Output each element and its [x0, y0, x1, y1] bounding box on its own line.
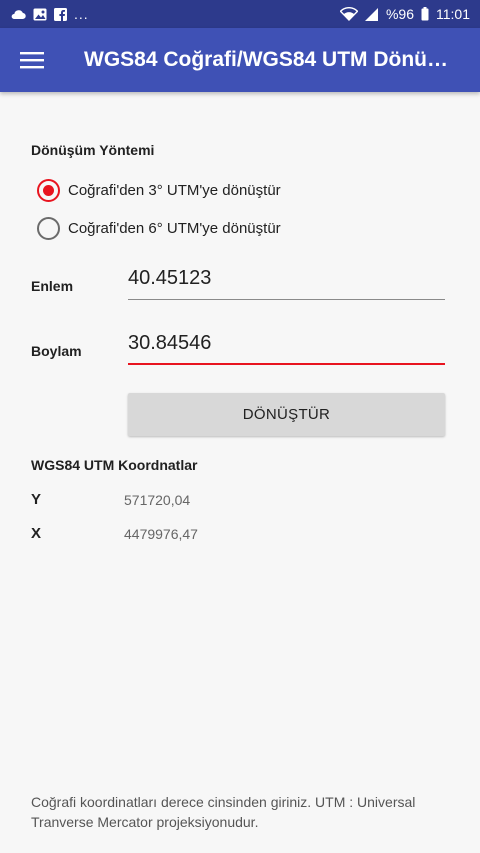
radio-label-3deg: Coğrafi'den 3° UTM'ye dönüştür [68, 182, 281, 199]
status-left: ... [10, 6, 89, 22]
results-title: WGS84 UTM Koordnatlar [31, 457, 198, 473]
wifi-icon [339, 7, 358, 21]
status-right: %96 11:01 [339, 6, 470, 22]
hamburger-icon [20, 52, 44, 69]
convert-button[interactable]: DÖNÜŞTÜR [128, 393, 445, 436]
status-bar: ... %96 11:01 [0, 0, 480, 28]
signal-icon [364, 7, 379, 21]
app-bar: WGS84 Coğrafi/WGS84 UTM Dönüşümü [0, 28, 480, 92]
radio-option-6deg[interactable]: Coğrafi'den 6° UTM'ye dönüştür [37, 217, 281, 240]
page-title: WGS84 Coğrafi/WGS84 UTM Dönüşümü [84, 48, 454, 71]
result-y-label: Y [31, 491, 42, 508]
latitude-label: Enlem [31, 278, 74, 294]
cloud-icon [10, 8, 26, 20]
radio-option-3deg[interactable]: Coğrafi'den 3° UTM'ye dönüştür [37, 179, 281, 202]
radio-button-checked[interactable] [37, 179, 60, 202]
clock: 11:01 [436, 6, 470, 22]
radio-label-6deg: Coğrafi'den 6° UTM'ye dönüştür [68, 220, 281, 237]
overflow-indicator: ... [74, 6, 89, 22]
footer-note: Coğrafi koordinatları derece cinsinden g… [31, 794, 416, 830]
longitude-label: Boylam [31, 343, 82, 359]
battery-percent: %96 [385, 6, 414, 22]
result-x-value: 4479976,47 [124, 526, 198, 542]
longitude-input[interactable] [128, 329, 445, 365]
main-content: Dönüşüm Yöntemi Coğrafi'den 3° UTM'ye dö… [0, 92, 480, 853]
method-label: Dönüşüm Yöntemi [31, 142, 155, 158]
battery-icon [421, 7, 429, 21]
result-x-label: X [31, 525, 42, 542]
facebook-icon [54, 7, 67, 21]
menu-button[interactable] [0, 28, 64, 92]
radio-button-unchecked[interactable] [37, 217, 60, 240]
latitude-input[interactable] [128, 264, 445, 300]
gallery-icon [33, 8, 47, 21]
radio-dot [43, 185, 54, 196]
result-y-value: 571720,04 [124, 492, 191, 508]
